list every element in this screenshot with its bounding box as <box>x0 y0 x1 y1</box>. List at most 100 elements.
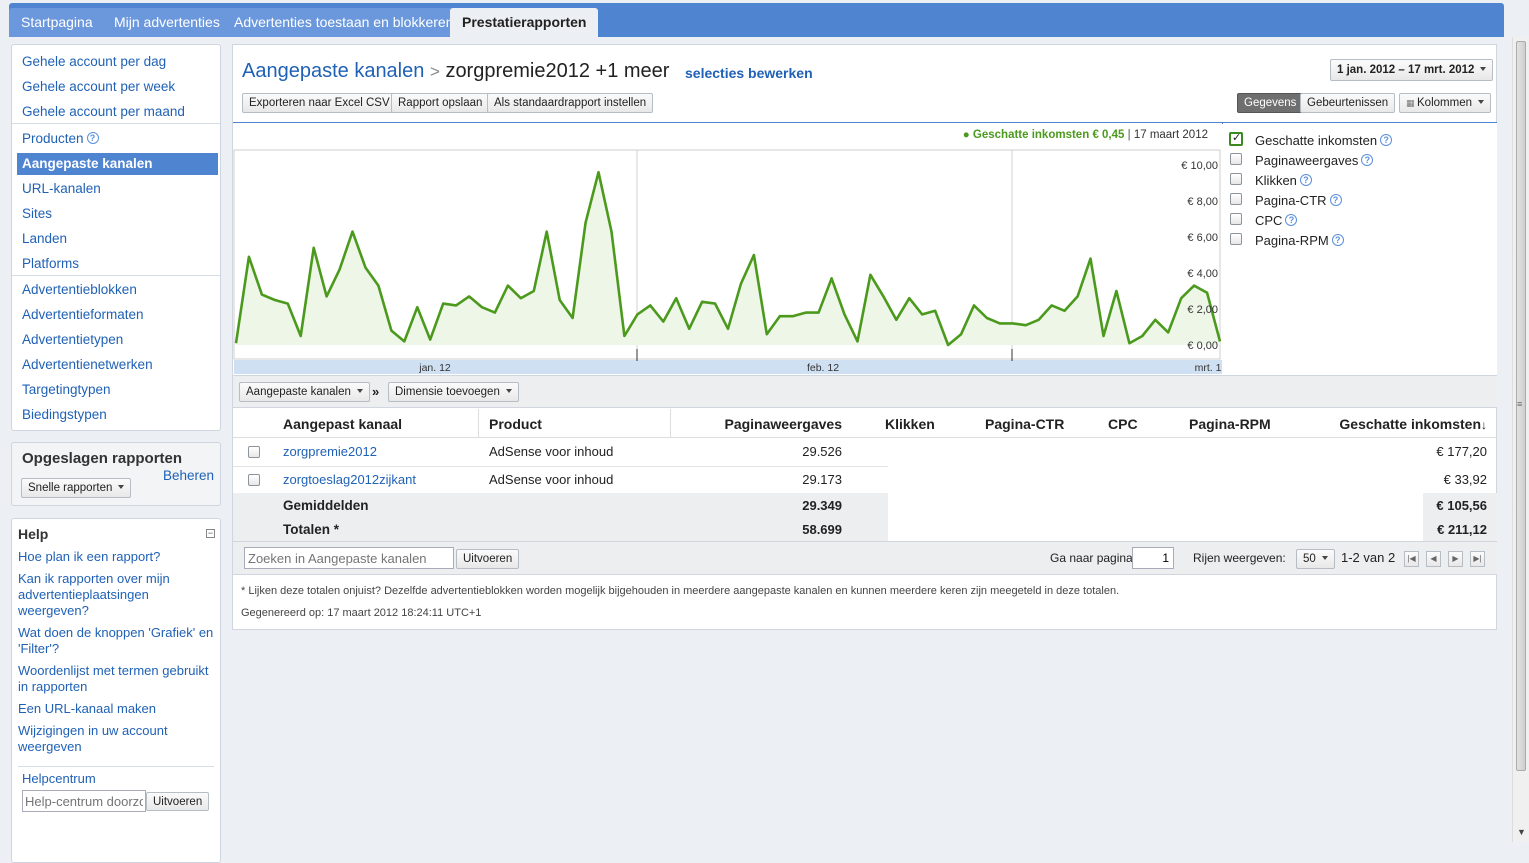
row-checkbox[interactable] <box>248 474 260 486</box>
metric-label: Pagina-CTR? <box>1255 193 1342 208</box>
metric-label: Pagina-RPM? <box>1255 233 1344 248</box>
collapse-icon[interactable]: − <box>206 529 215 538</box>
nav-sites[interactable]: Sites <box>22 206 52 221</box>
nav-landen[interactable]: Landen <box>22 231 67 246</box>
tab-prestatierapporten[interactable]: Prestatierapporten <box>450 8 599 37</box>
scroll-down-icon[interactable]: ▼ <box>1517 827 1526 837</box>
help-icon[interactable]: ? <box>86 132 99 144</box>
breadcrumb-aangepaste-kanalen[interactable]: Aangepaste kanalen <box>242 60 424 82</box>
quick-reports-label: Snelle rapporten <box>28 482 113 494</box>
help-icon[interactable]: ? <box>1331 234 1344 246</box>
set-default-report-button[interactable]: Als standaardrapport instellen <box>487 93 654 113</box>
breakdown-toolbar: Aangepaste kanalen » Dimensie toevoegen <box>233 375 1497 408</box>
sidebar: Gehele account per dag Gehele account pe… <box>11 44 221 863</box>
help-link[interactable]: Een URL-kanaal maken <box>18 701 156 716</box>
table-search-button[interactable]: Uitvoeren <box>456 549 520 569</box>
chevron-down-icon <box>118 485 125 489</box>
channel-link[interactable]: zorgtoeslag2012zijkant <box>283 472 416 487</box>
columns-icon: ▦ <box>1406 98 1418 108</box>
col-header-earnings[interactable]: Geschatte inkomsten↓ <box>1339 416 1487 432</box>
col-header-rpm[interactable]: Pagina-RPM <box>1189 416 1271 432</box>
metric-checkbox[interactable] <box>1230 173 1242 185</box>
row-checkbox[interactable] <box>248 446 260 458</box>
chevron-down-icon <box>1480 67 1487 71</box>
breakdown-arrow: » <box>372 384 380 399</box>
help-link[interactable]: Kan ik rapporten over mijn advertentiepl… <box>18 571 213 619</box>
date-range-picker[interactable]: 1 jan. 2012 – 17 mrt. 2012 <box>1330 59 1494 81</box>
export-csv-button[interactable]: Exporteren naar Excel CSV <box>242 93 397 113</box>
metric-checkbox[interactable]: ✓ <box>1229 132 1243 146</box>
help-icon[interactable]: ? <box>1285 214 1298 226</box>
nav-producten-label[interactable]: Producten <box>22 131 84 146</box>
col-header-earnings-label: Geschatte inkomsten <box>1339 416 1481 432</box>
nav-gehele-account-maand[interactable]: Gehele account per maand <box>22 104 185 119</box>
nav-gehele-account-dag[interactable]: Gehele account per dag <box>22 54 166 69</box>
col-header-pageviews[interactable]: Paginaweergaves <box>724 416 842 432</box>
help-link[interactable]: Hoe plan ik een rapport? <box>18 549 160 564</box>
col-header-cpc[interactable]: CPC <box>1108 416 1138 432</box>
col-header-channel[interactable]: Aangepast kanaal <box>283 416 402 432</box>
col-header-product[interactable]: Product <box>489 416 542 432</box>
dimension-dropdown[interactable]: Aangepaste kanalen <box>239 382 370 402</box>
help-icon[interactable]: ? <box>1380 134 1393 146</box>
last-page-icon[interactable]: ▶| <box>1470 551 1485 567</box>
x-axis-band <box>234 360 1222 374</box>
col-header-ctr[interactable]: Pagina-CTR <box>985 416 1064 432</box>
totals-pageviews: 58.699 <box>802 522 842 537</box>
events-toggle-button[interactable]: Gebeurtenissen <box>1300 93 1396 113</box>
edit-selections-link[interactable]: selecties bewerken <box>685 65 813 81</box>
nav-url-kanalen[interactable]: URL-kanalen <box>22 181 101 196</box>
help-icon[interactable]: ? <box>1299 174 1312 186</box>
help-icon[interactable]: ? <box>1361 154 1374 166</box>
earnings-chart[interactable]: € 10,00 € 8,00 € 6,00 € 4,00 € 2,00 € 0,00 jan… <box>233 123 1222 375</box>
chevron-down-icon <box>356 389 363 393</box>
nav-advertentieblokken[interactable]: Advertentieblokken <box>22 282 137 297</box>
data-toggle-button[interactable]: Gegevens <box>1237 93 1304 113</box>
nav-targetingtypen[interactable]: Targetingtypen <box>22 382 111 397</box>
nav-producten[interactable]: Producten? <box>22 131 99 146</box>
goto-page-input[interactable] <box>1132 547 1174 569</box>
helpcenter-search-button[interactable]: Uitvoeren <box>146 792 210 811</box>
metric-checkbox[interactable] <box>1230 153 1242 165</box>
pageviews-cell: 29.526 <box>802 444 842 459</box>
nav-biedingstypen[interactable]: Biedingstypen <box>22 407 107 422</box>
totals-row: Totalen * 58.699 <box>233 518 888 542</box>
window-scrollbar[interactable]: ≡ ▼ <box>1512 37 1529 842</box>
y-tick-label: € 2,00 <box>1187 304 1218 316</box>
y-tick-label: € 0,00 <box>1187 340 1218 352</box>
first-page-icon[interactable]: |◀ <box>1404 551 1419 567</box>
rows-per-page-dropdown[interactable]: 50 <box>1296 549 1335 569</box>
nav-gehele-account-week[interactable]: Gehele account per week <box>22 79 175 94</box>
help-link[interactable]: Wat doen de knoppen 'Grafiek' en 'Filter… <box>18 625 218 657</box>
tab-mijn-advertenties[interactable]: Mijn advertenties <box>102 8 232 37</box>
nav-advertentienetwerken[interactable]: Advertentienetwerken <box>22 357 153 372</box>
columns-dropdown[interactable]: ▦ Kolommen <box>1399 93 1491 113</box>
top-navigation: Startpagina Mijn advertenties Advertenti… <box>9 3 1504 37</box>
nav-platforms[interactable]: Platforms <box>22 256 79 271</box>
save-report-button[interactable]: Rapport opslaan <box>391 93 490 113</box>
help-icon[interactable]: ? <box>1329 194 1342 206</box>
helpcenter-search-input[interactable] <box>22 790 146 812</box>
metric-checkbox[interactable] <box>1230 233 1242 245</box>
metric-checkbox[interactable] <box>1230 193 1242 205</box>
nav-advertentieformaten[interactable]: Advertentieformaten <box>22 307 144 322</box>
manage-link[interactable]: Beheren <box>163 468 214 483</box>
dimension-label: Aangepaste kanalen <box>246 386 351 398</box>
tab-startpagina[interactable]: Startpagina <box>9 8 105 37</box>
nav-aangepaste-kanalen[interactable]: Aangepaste kanalen <box>17 153 218 175</box>
table-search-input[interactable] <box>244 547 454 569</box>
prev-page-icon[interactable]: ◀ <box>1426 551 1441 567</box>
col-header-clicks[interactable]: Klikken <box>885 416 935 432</box>
help-link[interactable]: Woordenlijst met termen gebruikt in rapp… <box>18 663 218 695</box>
main-panel: Aangepaste kanalen > zorgpremie2012 +1 m… <box>232 44 1497 630</box>
tab-advertenties-toestaan[interactable]: Advertenties toestaan en blokkeren <box>222 8 466 37</box>
helpcenter-link[interactable]: Helpcentrum <box>22 771 96 786</box>
quick-reports-dropdown[interactable]: Snelle rapporten <box>21 478 132 498</box>
next-page-icon[interactable]: ▶ <box>1448 551 1463 567</box>
help-link[interactable]: Wijzigingen in uw account weergeven <box>18 723 218 755</box>
channel-link[interactable]: zorgpremie2012 <box>283 444 377 459</box>
y-tick-label: € 10,00 <box>1181 160 1218 172</box>
nav-advertentietypen[interactable]: Advertentietypen <box>22 332 123 347</box>
add-dimension-dropdown[interactable]: Dimensie toevoegen <box>388 382 519 402</box>
metric-checkbox[interactable] <box>1230 213 1242 225</box>
